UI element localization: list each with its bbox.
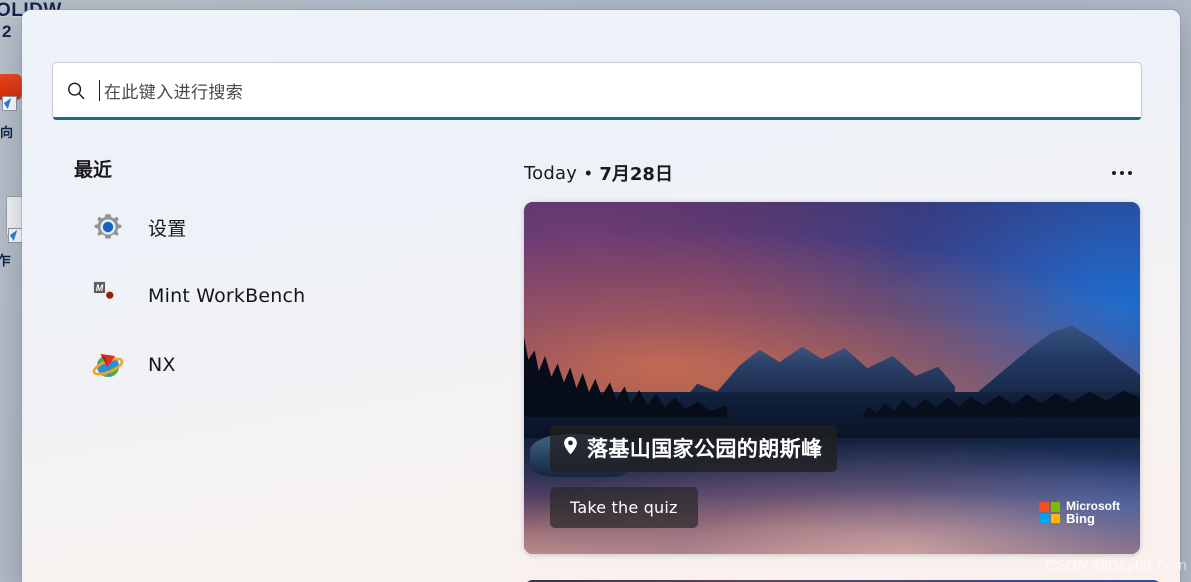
shortcut-arrow-icon xyxy=(2,96,17,111)
search-bar[interactable]: 在此键入进行搜索 xyxy=(52,62,1142,120)
image-caption-text: 落基山国家公园的朗斯峰 xyxy=(587,437,823,461)
square-bottom-right xyxy=(1050,513,1060,524)
microsoft-bing-logo: Microsoft Bing xyxy=(1039,500,1120,526)
today-date: 7月28日 xyxy=(599,164,673,185)
recent-item-settings[interactable]: 设置 xyxy=(52,204,472,250)
ellipsis-dot xyxy=(1112,171,1116,175)
recent-item-label: NX xyxy=(148,354,176,376)
square-bottom-left xyxy=(1039,513,1049,524)
location-pin-icon xyxy=(563,436,578,460)
recent-item-label: 设置 xyxy=(148,217,187,240)
shortcut-arrow-icon xyxy=(8,228,23,243)
settings-gear-icon xyxy=(92,211,124,243)
mint-badge-letter: M xyxy=(93,281,106,294)
recent-item-label: Mint WorkBench xyxy=(148,285,306,307)
today-header: Today • 7月28日 xyxy=(502,155,1162,191)
desktop-app-subtitle: 2 xyxy=(2,22,12,41)
search-flyout-panel: 在此键入进行搜索 最近 设置 M Mint WorkBench NX Today… xyxy=(22,10,1180,582)
square-top-right xyxy=(1050,502,1060,512)
brand-line-bing: Bing xyxy=(1066,511,1095,527)
recent-item-nx[interactable]: NX xyxy=(52,342,472,388)
recent-heading: 最近 xyxy=(74,159,113,181)
square-top-left xyxy=(1039,502,1049,512)
more-options-button[interactable] xyxy=(1104,158,1140,188)
microsoft-squares-icon xyxy=(1039,502,1060,524)
today-section: Today • 7月28日 落基山国家公园的朗斯峰 Take the quiz … xyxy=(502,155,1162,554)
search-input-container[interactable]: 在此键入进行搜索 xyxy=(52,62,1142,120)
take-the-quiz-button[interactable]: Take the quiz xyxy=(550,487,698,528)
today-separator: • xyxy=(585,162,592,183)
today-title: Today xyxy=(524,162,578,184)
daily-image-card[interactable]: 落基山国家公园的朗斯峰 Take the quiz Microsoft Bing xyxy=(524,202,1140,554)
ellipsis-dot xyxy=(1128,171,1132,175)
mint-workbench-icon: M xyxy=(92,280,124,312)
ellipsis-dot xyxy=(1120,171,1124,175)
recent-item-mint-workbench[interactable]: M Mint WorkBench xyxy=(52,273,472,319)
text-caret xyxy=(99,80,100,101)
image-caption: 落基山国家公园的朗斯峰 xyxy=(550,425,838,472)
desktop-icon-label-2: 乍 xyxy=(0,253,12,268)
search-input[interactable]: 在此键入进行搜索 xyxy=(104,78,243,103)
nx-globe-icon xyxy=(92,349,124,381)
search-icon xyxy=(53,80,99,102)
desktop-background: OLIDW 2 向 乍 在此键入进行搜索 最近 xyxy=(0,0,1191,582)
recent-section: 最近 设置 M Mint WorkBench NX xyxy=(52,155,472,411)
bing-brand-text: Microsoft Bing xyxy=(1066,500,1120,526)
desktop-icon-label-1: 向 xyxy=(0,125,14,140)
